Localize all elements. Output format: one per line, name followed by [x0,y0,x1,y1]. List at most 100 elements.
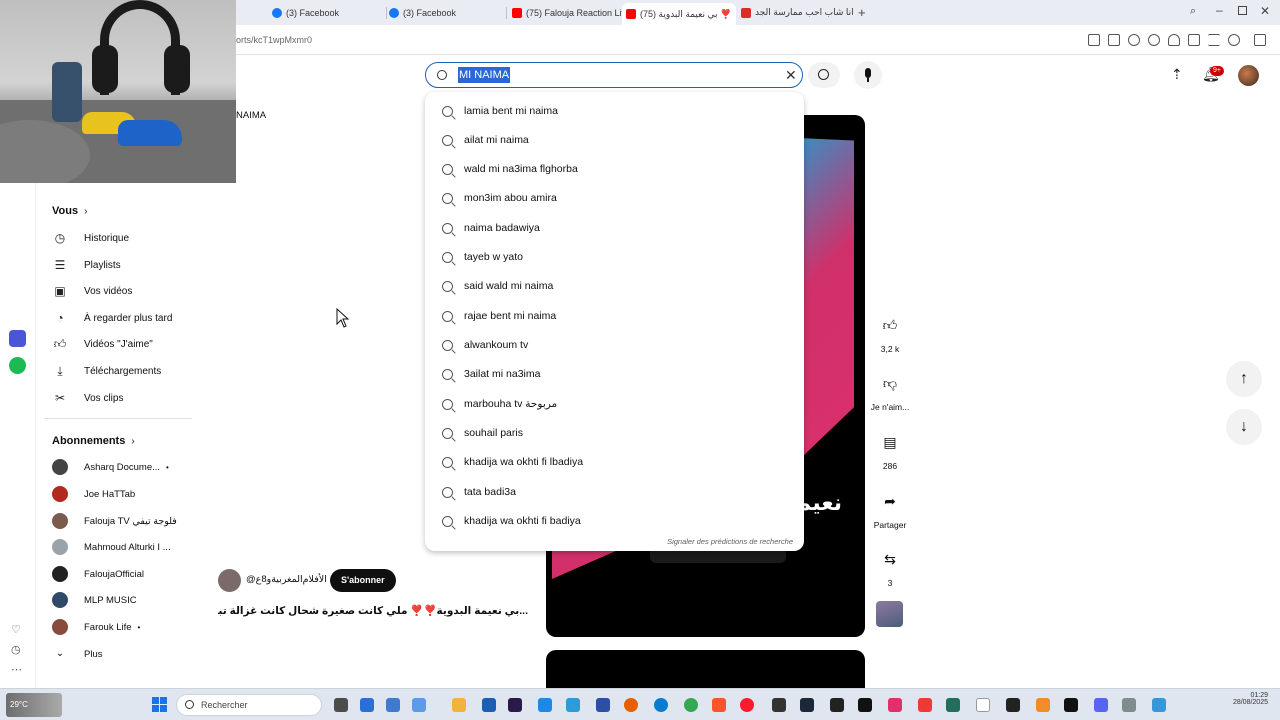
more-icon[interactable]: ⋯ [11,663,22,676]
app-icon[interactable] [1152,698,1166,712]
suggestion-item[interactable]: mon3im abou amira [442,187,557,209]
task-view-icon[interactable] [334,698,348,712]
sidebar-item-watch-later[interactable]: ◔ À regarder plus tard [52,307,172,329]
edit-icon[interactable] [1088,34,1100,46]
suggestion-item[interactable]: lamia bent mi naima [442,100,558,122]
suggestion-item[interactable]: ailat mi naima [442,129,529,151]
app-icon[interactable] [482,698,496,712]
app-icon[interactable] [538,698,552,712]
suggestion-item[interactable]: khadija wa okhti fi badiya [442,510,581,532]
steam-icon[interactable] [800,698,814,712]
suggestion-item[interactable]: naima badawiya [442,217,540,239]
search-button[interactable] [808,62,840,88]
heart-icon[interactable]: ♡ [11,623,21,636]
sidebar-item-your-videos[interactable]: ▣ Vos vidéos [52,280,132,302]
address-bar[interactable]: orts/kcT1wpMxmr0 [236,35,312,45]
next-short-button[interactable]: ↓ [1226,409,1262,445]
weather-widget[interactable]: 29°C [6,693,62,717]
sidebar-item-clips[interactable]: ✂ Vos clips [52,387,124,409]
app-icon[interactable] [1036,698,1050,712]
folder-icon[interactable] [452,698,466,712]
previous-short-button[interactable]: ↑ [1226,361,1262,397]
brave-icon[interactable] [712,698,726,712]
browser-tab[interactable]: (3) Facebook [272,4,382,21]
remix-button[interactable]: ⇆ 3 [870,544,910,589]
menu-icon[interactable] [1208,34,1220,46]
windows-start-icon[interactable] [152,697,167,712]
suggestion-item[interactable]: souhail paris [442,422,523,444]
account-avatar[interactable] [1238,65,1259,86]
app-icon[interactable] [412,698,426,712]
next-short-preview[interactable] [546,650,865,688]
subscriptions-header[interactable]: Abonnements › [52,435,135,447]
vivaldi-icon[interactable] [918,698,932,712]
suggestion-item[interactable]: tata badi3a [442,481,516,503]
edge-icon[interactable] [654,698,668,712]
share-button[interactable]: ➦ Partager [870,486,910,531]
app-icon[interactable] [1122,698,1136,712]
sidebar-subscription[interactable]: Joe HaTTab [52,483,135,505]
app-shortcut-icon[interactable] [9,330,26,347]
suggestion-item[interactable]: alwankoum tv [442,334,528,356]
app-icon[interactable] [1006,698,1020,712]
chrome-icon[interactable] [684,698,698,712]
sidebar-subscription[interactable]: Mahmoud Alturki I ... [52,536,171,558]
opera-icon[interactable] [740,698,754,712]
sidebar-subscription[interactable]: Asharq Docume... • [52,456,169,478]
report-predictions-link[interactable]: Signaler des prédictions de recherche [667,537,793,546]
taskbar-clock[interactable]: 01:29 28/08/2025 [1218,692,1268,706]
upload-icon[interactable]: ⇡ [1171,66,1183,83]
browser-tab[interactable]: (3) Facebook [389,4,499,21]
search-tabs-icon[interactable]: ⌕ [1190,5,1196,18]
app-icon[interactable] [386,698,400,712]
play-icon[interactable] [1148,34,1160,46]
search-input[interactable]: MI NAIMA [458,67,511,83]
like-button[interactable]: 👍︎ 3,2 k [870,310,910,355]
dislike-button[interactable]: 👎︎ Je n'aim... [870,368,910,413]
suggestion-item[interactable]: said wald mi naima [442,275,553,297]
short-title[interactable]: ...بي نعيمة البدوية❣️❣️ ملي كانت صغيرة ش… [218,604,528,617]
suggestion-item[interactable]: khadija wa okhti fi lbadiya [442,451,583,473]
download-icon[interactable] [1188,34,1200,46]
app-icon[interactable] [772,698,786,712]
sound-thumbnail[interactable] [876,601,903,627]
suggestion-item[interactable]: marbouha tv مربوحة [442,393,557,415]
sidebar-item-history[interactable]: ◷ Historique [52,227,129,249]
voice-search-button[interactable] [854,61,882,89]
sidebar-item-playlists[interactable]: ☰ Playlists [52,254,121,276]
new-tab-icon[interactable]: + [858,5,866,20]
you-section-header[interactable]: Vous › [52,205,87,217]
tiktok-icon[interactable] [858,698,872,712]
app-icon[interactable] [888,698,902,712]
history-icon[interactable]: ◷ [11,643,21,656]
app-icon[interactable] [946,698,960,712]
taskbar-search[interactable]: Rechercher [176,694,322,716]
heart-icon[interactable] [1168,34,1180,46]
firefox-icon[interactable] [624,698,638,712]
browser-tab-active[interactable]: (75) بي نعيمة البدوية ❣️ [622,3,736,25]
app-icon[interactable] [1064,698,1078,712]
maximize-icon[interactable] [1238,6,1247,15]
extension-icon[interactable] [1254,34,1266,46]
comments-button[interactable]: ▤ 286 [870,427,910,472]
suggestion-item[interactable]: rajae bent mi naima [442,305,556,327]
discord-icon[interactable] [1094,698,1108,712]
sidebar-subscription[interactable]: Farouk Life • [52,616,140,638]
suggestion-item[interactable]: 3ailat mi na3ima [442,363,540,385]
sidebar-item-liked[interactable]: 👍︎ Vidéos "J'aime" [52,333,153,355]
spotify-icon[interactable] [9,357,26,374]
shield-icon[interactable] [1128,34,1140,46]
browser-tab[interactable]: (75) Falouja Reaction Live [512,4,622,21]
minimize-icon[interactable]: – [1216,3,1223,17]
app-icon[interactable] [830,698,844,712]
sidebar-subscription[interactable]: Falouja TV فلوجة تيفي [52,510,177,532]
sidebar-show-more[interactable]: ⌄ Plus [52,643,103,665]
sidebar-subscription[interactable]: MLP MUSIC [52,589,137,611]
premiere-icon[interactable] [508,698,522,712]
app-icon[interactable] [566,698,580,712]
sidebar-item-downloads[interactable]: ⤓ Téléchargements [52,360,161,382]
file-icon[interactable] [976,698,990,712]
app-icon[interactable] [360,698,374,712]
browser-tab[interactable]: انا شاب احب ممارسة الجد... [741,4,853,21]
subscribe-button[interactable]: S'abonner [330,569,396,592]
